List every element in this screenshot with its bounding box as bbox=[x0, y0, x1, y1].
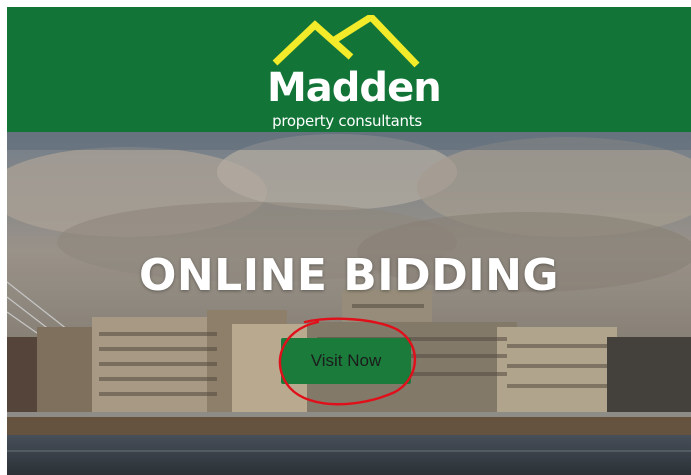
hero-title: ONLINE BIDDING bbox=[138, 250, 560, 301]
logo-tagline: property consultants bbox=[272, 112, 422, 130]
page-border-left bbox=[0, 0, 7, 475]
hero-background-image bbox=[7, 132, 691, 475]
logo-wordmark: Madden bbox=[267, 65, 442, 111]
house-roof-icon bbox=[272, 15, 420, 68]
visit-now-button[interactable]: Visit Now bbox=[281, 338, 411, 384]
madden-logo[interactable]: Madden property consultants bbox=[267, 15, 442, 130]
site-header: Madden property consultants bbox=[7, 7, 691, 132]
hero-banner: ONLINE BIDDING Visit Now bbox=[7, 132, 691, 475]
page-border-top bbox=[0, 0, 691, 7]
